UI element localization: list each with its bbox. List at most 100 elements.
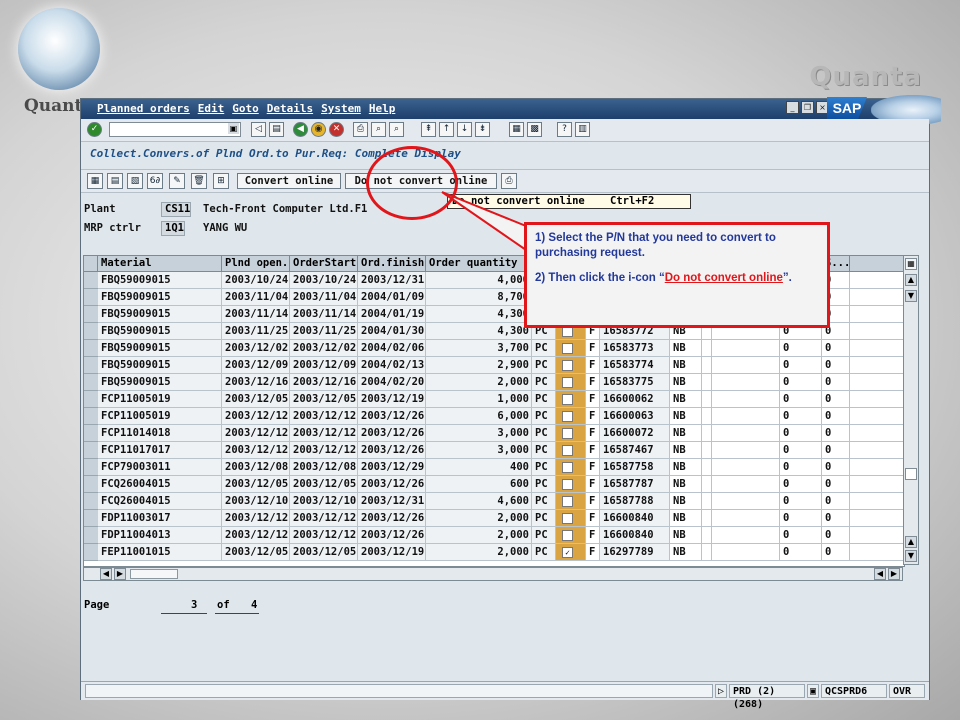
row-checkbox[interactable] xyxy=(562,377,573,388)
row-checkbox[interactable] xyxy=(562,394,573,405)
system-info-icon[interactable]: ▣ xyxy=(807,684,819,698)
row-checkbox[interactable] xyxy=(562,360,573,371)
menu-details[interactable]: Details xyxy=(267,102,313,118)
scroll-up-bottom-icon[interactable]: ▲ xyxy=(905,536,917,548)
scroll-left-end-icon[interactable]: ◀ xyxy=(874,568,886,580)
row-selector[interactable] xyxy=(84,391,98,408)
previous-page-icon[interactable]: ↑ xyxy=(439,122,454,137)
convert-checkbox-cell[interactable] xyxy=(556,374,586,391)
scroll-up-icon[interactable]: ▲ xyxy=(905,274,917,286)
display-icon[interactable]: 6∂ xyxy=(147,173,163,189)
restore-icon[interactable]: ❐ xyxy=(801,101,814,114)
scroll-right-icon[interactable]: ▶ xyxy=(114,568,126,580)
row-selector[interactable] xyxy=(84,289,98,306)
change-pencil-icon[interactable]: ✎ xyxy=(169,173,185,189)
enter-check-icon[interactable]: ✓ xyxy=(87,122,102,137)
layout-menu-icon[interactable]: ▥ xyxy=(575,122,590,137)
command-field[interactable] xyxy=(109,122,241,137)
scroll-thumb[interactable] xyxy=(905,468,917,480)
scroll-down-bottom-icon[interactable]: ▼ xyxy=(905,550,917,562)
scroll-left-icon[interactable]: ◀ xyxy=(100,568,112,580)
row-checkbox[interactable] xyxy=(562,496,573,507)
minimize-icon[interactable]: _ xyxy=(786,101,799,114)
convert-checkbox-cell[interactable] xyxy=(556,476,586,493)
convert-checkbox-cell[interactable] xyxy=(556,408,586,425)
row-selector[interactable] xyxy=(84,357,98,374)
last-page-icon[interactable]: ⇟ xyxy=(475,122,490,137)
scroll-down-icon[interactable]: ▼ xyxy=(905,290,917,302)
row-selector[interactable] xyxy=(84,340,98,357)
convert-online-button[interactable]: Convert online xyxy=(237,173,341,189)
convert-checkbox-cell[interactable] xyxy=(556,357,586,374)
row-selector[interactable] xyxy=(84,442,98,459)
convert-checkbox-cell[interactable] xyxy=(556,340,586,357)
row-selector[interactable] xyxy=(84,459,98,476)
menu-edit[interactable]: Edit xyxy=(198,102,225,118)
horizontal-scroll-thumb[interactable] xyxy=(130,569,178,579)
convert-checkbox-cell[interactable] xyxy=(556,425,586,442)
convert-checkbox-cell[interactable] xyxy=(556,527,586,544)
menu-system[interactable]: System xyxy=(321,102,361,118)
select-block-icon[interactable]: ▧ xyxy=(127,173,143,189)
row-checkbox[interactable]: ✓ xyxy=(562,547,573,558)
new-session-icon[interactable]: ▦ xyxy=(509,122,524,137)
row-checkbox[interactable] xyxy=(562,445,573,456)
column-header[interactable]: Order quantity xyxy=(426,256,532,272)
table-cell xyxy=(702,391,712,408)
save-icon[interactable]: ▤ xyxy=(269,122,284,137)
scroll-right-end-icon[interactable]: ▶ xyxy=(888,568,900,580)
next-page-icon[interactable]: ↓ xyxy=(457,122,472,137)
help-icon[interactable]: ? xyxy=(557,122,572,137)
collapse-icon[interactable]: ◁ xyxy=(251,122,266,137)
cancel-icon[interactable]: ✕ xyxy=(329,122,344,137)
row-selector[interactable] xyxy=(84,272,98,289)
first-page-icon[interactable]: ⇞ xyxy=(421,122,436,137)
row-selector[interactable] xyxy=(84,425,98,442)
row-checkbox[interactable] xyxy=(562,530,573,541)
menu-goto[interactable]: Goto xyxy=(232,102,259,118)
row-selector[interactable] xyxy=(84,408,98,425)
print-icon[interactable]: ⎙ xyxy=(353,122,368,137)
row-selector[interactable] xyxy=(84,306,98,323)
deselect-all-icon[interactable]: ▤ xyxy=(107,173,123,189)
select-all-header[interactable] xyxy=(84,256,98,272)
select-all-icon[interactable]: ▦ xyxy=(87,173,103,189)
column-header[interactable]: OrderStart xyxy=(290,256,358,272)
row-checkbox[interactable] xyxy=(562,343,573,354)
exit-icon[interactable]: ◉ xyxy=(311,122,326,137)
convert-checkbox-cell[interactable] xyxy=(556,493,586,510)
column-header[interactable]: Plnd open. xyxy=(222,256,290,272)
row-selector[interactable] xyxy=(84,476,98,493)
row-selector[interactable] xyxy=(84,374,98,391)
convert-checkbox-cell[interactable] xyxy=(556,391,586,408)
row-selector[interactable] xyxy=(84,493,98,510)
find-next-icon[interactable]: ⌕ xyxy=(389,122,404,137)
delete-icon[interactable]: 🗑 xyxy=(191,173,207,189)
row-selector[interactable] xyxy=(84,510,98,527)
convert-checkbox-cell[interactable] xyxy=(556,442,586,459)
row-selector[interactable] xyxy=(84,544,98,561)
convert-checkbox-cell[interactable] xyxy=(556,510,586,527)
row-checkbox[interactable] xyxy=(562,479,573,490)
convert-checkbox-cell[interactable]: ✓ xyxy=(556,544,586,561)
row-checkbox[interactable] xyxy=(562,411,573,422)
column-header[interactable]: Ord.finish xyxy=(358,256,426,272)
menu-planned-orders[interactable]: Planned orders xyxy=(97,102,190,118)
command-history-icon[interactable]: ▣ xyxy=(228,123,239,134)
menu-help[interactable]: Help xyxy=(369,102,396,118)
row-checkbox[interactable] xyxy=(562,428,573,439)
find-icon[interactable]: ⌕ xyxy=(371,122,386,137)
vertical-scrollbar[interactable]: ▦ ▲ ▼ ▲ ▼ xyxy=(903,255,919,565)
status-expand-icon[interactable]: ▷ xyxy=(715,684,727,698)
row-selector[interactable] xyxy=(84,527,98,544)
back-icon[interactable]: ◀ xyxy=(293,122,308,137)
row-checkbox[interactable] xyxy=(562,513,573,524)
row-checkbox[interactable] xyxy=(562,462,573,473)
horizontal-scrollbar[interactable]: ◀ ▶ ◀ ▶ xyxy=(83,567,903,581)
column-settings-icon[interactable]: ▦ xyxy=(905,258,917,270)
column-header[interactable]: Material xyxy=(98,256,222,272)
hierarchy-icon[interactable]: ⊞ xyxy=(213,173,229,189)
row-selector[interactable] xyxy=(84,323,98,340)
shortcut-icon[interactable]: ▩ xyxy=(527,122,542,137)
convert-checkbox-cell[interactable] xyxy=(556,459,586,476)
